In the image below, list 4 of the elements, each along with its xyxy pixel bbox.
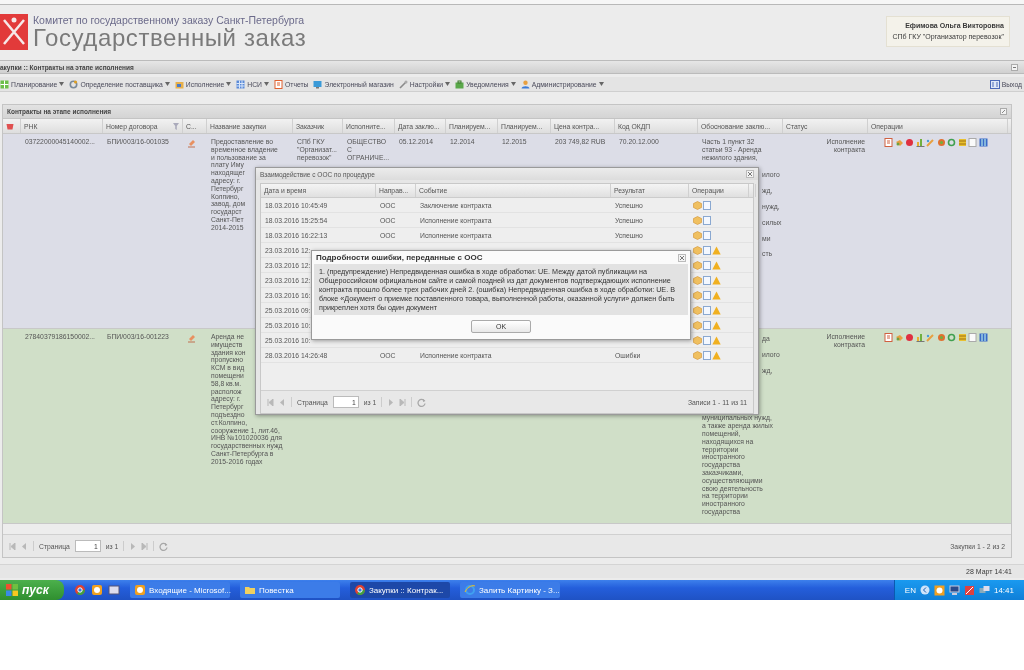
site-title: Государственный заказ: [33, 25, 307, 50]
dialog-title: Подробности ошибки, переданные с ООС: [316, 253, 483, 262]
clock: 14:41: [993, 585, 1014, 595]
organization-name: Комитет по государственному заказу Санкт-Петербурга: [33, 13, 306, 26]
